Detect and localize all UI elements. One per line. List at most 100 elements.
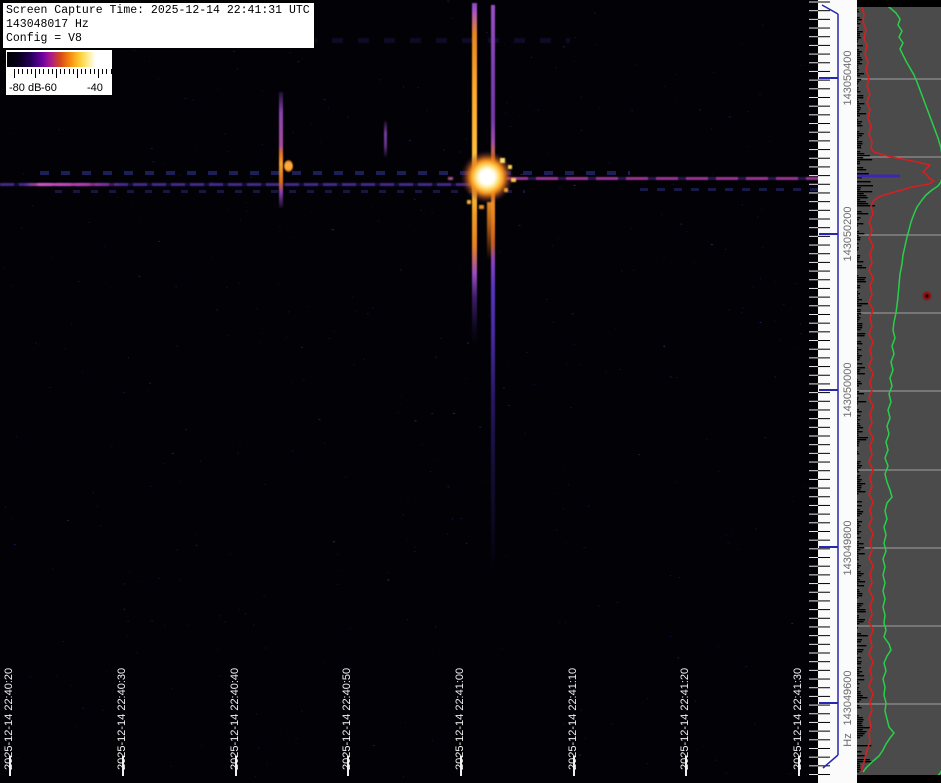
noise-histogram-bar: [857, 23, 861, 25]
noise-histogram-bar: [857, 153, 865, 155]
noise-histogram-bar: [857, 531, 862, 533]
noise-histogram-bar: [857, 373, 865, 375]
noise-histogram-bar: [857, 91, 861, 93]
noise-histogram-bar: [857, 185, 873, 187]
noise-histogram-bar: [857, 675, 865, 677]
noise-histogram-bar: [857, 217, 861, 219]
noise-histogram-bar: [857, 509, 860, 511]
noise-histogram-bar: [857, 259, 859, 261]
noise-histogram-bar: [857, 511, 864, 513]
noise-histogram-bar: [857, 425, 861, 427]
noise-histogram-bar: [857, 401, 867, 403]
noise-histogram-bar: [857, 679, 865, 681]
noise-histogram-bar: [857, 49, 860, 51]
noise-histogram-bar: [857, 489, 861, 491]
frequency-text: 143048017 Hz: [6, 18, 89, 31]
noise-histogram-bar: [857, 385, 860, 387]
noise-histogram-bar: [857, 701, 860, 703]
noise-histogram-bar: [857, 471, 860, 473]
noise-histogram-bar: [857, 521, 863, 523]
color-scale-tick: [14, 69, 15, 78]
noise-histogram-bar: [857, 343, 863, 345]
noise-histogram-bar: [857, 595, 863, 597]
noise-histogram-bar: [857, 653, 858, 655]
color-scale-db-label: -60: [41, 82, 57, 94]
color-scale-db-label: -80 dB: [9, 82, 42, 94]
noise-histogram-bar: [857, 493, 859, 495]
noise-histogram-bar: [857, 719, 864, 721]
peak-marker-bar: [857, 174, 900, 178]
noise-histogram-bar: [857, 687, 860, 689]
noise-histogram-bar: [857, 69, 860, 71]
noise-histogram-bar: [857, 681, 858, 683]
noise-histogram-bar: [857, 727, 870, 729]
noise-histogram-bar: [857, 39, 859, 41]
noise-histogram-bar: [857, 357, 861, 359]
frequency-axis-label: 143050400: [842, 50, 854, 106]
color-scale-tick: [47, 69, 49, 74]
color-scale-tick: [51, 69, 53, 74]
noise-histogram-bar: [857, 145, 862, 147]
color-scale-tick: [68, 69, 70, 74]
color-scale-tick: [72, 69, 74, 74]
noise-histogram-bar: [857, 543, 864, 545]
noise-histogram-bar: [857, 359, 860, 361]
noise-histogram-bar: [857, 267, 867, 269]
noise-histogram-bar: [857, 231, 860, 233]
noise-histogram-bar: [857, 591, 860, 593]
noise-histogram-bar: [857, 525, 861, 527]
noise-histogram-bar: [857, 287, 861, 289]
color-scale-tick: [56, 69, 57, 78]
noise-histogram-bar: [857, 769, 862, 771]
time-axis-label: 2025-12-14 22:41:30: [792, 667, 804, 770]
noise-histogram-bar: [857, 437, 868, 439]
noise-histogram-bar: [857, 435, 859, 437]
noise-histogram-bar: [857, 21, 859, 23]
noise-histogram-bar: [857, 725, 863, 727]
noise-histogram-bar: [857, 45, 863, 47]
color-scale-tick: [60, 69, 62, 74]
noise-histogram-bar: [857, 513, 862, 515]
color-scale-tick: [102, 69, 104, 74]
noise-histogram-bar: [857, 549, 861, 551]
noise-histogram-bar: [857, 223, 864, 225]
spectrum-graph: [857, 0, 941, 783]
noise-histogram-bar: [857, 59, 863, 61]
signal-marker-dot-center: [925, 294, 929, 298]
noise-histogram-bar: [857, 327, 863, 329]
noise-histogram-bar: [857, 557, 859, 559]
noise-histogram-bar: [857, 397, 859, 399]
time-axis-label: 2025-12-14 22:41:10: [567, 667, 579, 770]
capture-info-box: Screen Capture Time: 2025-12-14 22:41:31…: [2, 2, 315, 49]
noise-histogram-bar: [857, 169, 867, 171]
time-axis-label: 2025-12-14 22:40:20: [3, 667, 15, 770]
noise-histogram-bar: [857, 581, 866, 583]
noise-histogram-bar: [857, 139, 859, 141]
noise-histogram-bar: [857, 65, 859, 67]
noise-histogram-bar: [857, 363, 863, 365]
noise-histogram-bar: [857, 303, 868, 305]
noise-histogram-bar: [857, 689, 858, 691]
color-scale-tick: [43, 69, 45, 74]
noise-histogram-bar: [857, 399, 859, 401]
noise-histogram-bar: [857, 641, 861, 643]
noise-histogram-bar: [857, 707, 862, 709]
color-scale-tick: [18, 69, 20, 74]
noise-histogram-bar: [857, 301, 859, 303]
waterfall-spectrogram: 2025-12-14 22:40:20 2025-12-14 22:40:30 20…: [0, 0, 820, 783]
noise-histogram-bar: [857, 121, 863, 123]
noise-histogram-bar: [857, 667, 862, 669]
panel-top-strip: [857, 0, 941, 7]
noise-histogram-bar: [857, 141, 863, 143]
time-axis-label: 2025-12-14 22:40:40: [229, 667, 241, 770]
noise-histogram-bar: [857, 519, 859, 521]
noise-histogram-bar: [857, 577, 859, 579]
noise-histogram-bar: [857, 617, 859, 619]
noise-histogram-bar: [857, 275, 859, 277]
noise-histogram-bar: [857, 417, 858, 419]
panel-bottom-strip: [857, 775, 941, 783]
noise-histogram-bar: [857, 193, 864, 195]
noise-histogram-bar: [857, 721, 863, 723]
noise-histogram-bar: [857, 233, 865, 235]
frequency-axis-background: [818, 0, 857, 783]
